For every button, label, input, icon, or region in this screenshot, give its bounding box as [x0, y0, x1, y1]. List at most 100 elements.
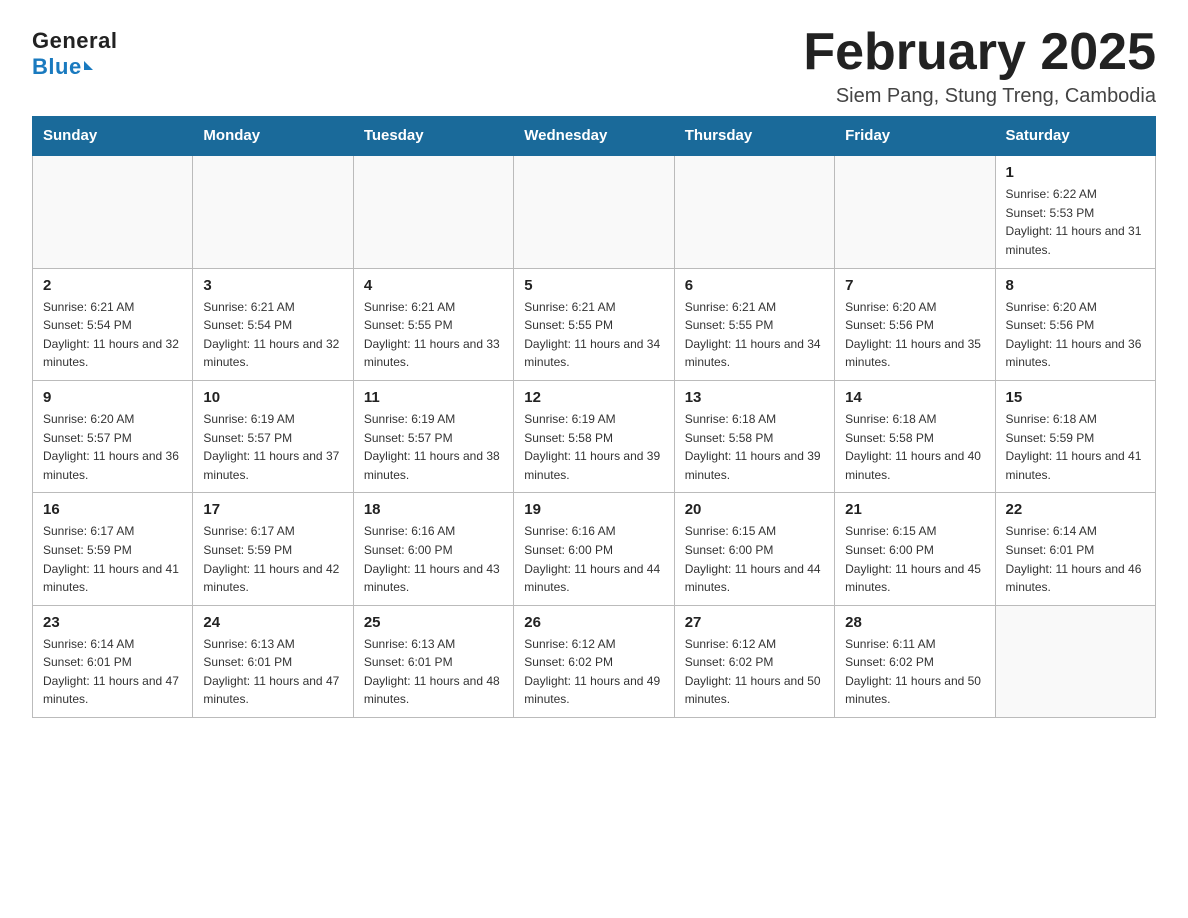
day-info: Sunrise: 6:19 AMSunset: 5:57 PMDaylight:…: [364, 410, 503, 484]
day-number: 11: [364, 389, 503, 406]
table-row: 27 Sunrise: 6:12 AMSunset: 6:02 PMDayligh…: [674, 605, 834, 717]
table-row: [33, 155, 193, 268]
day-number: 17: [203, 501, 342, 518]
day-number: 6: [685, 277, 824, 294]
day-number: 22: [1006, 501, 1145, 518]
calendar-week-row: 2Sunrise: 6:21 AMSunset: 5:54 PMDaylight…: [33, 268, 1156, 380]
day-number: 23: [43, 614, 182, 631]
day-info: Sunrise: 6:21 AMSunset: 5:55 PMDaylight:…: [364, 298, 503, 372]
day-info: Sunrise: 6:19 AMSunset: 5:57 PMDaylight:…: [203, 410, 342, 484]
table-row: 14Sunrise: 6:18 AMSunset: 5:58 PMDayligh…: [835, 380, 995, 492]
logo-general-text: General: [32, 28, 117, 54]
logo-blue-text: Blue: [32, 54, 93, 80]
day-info: Sunrise: 6:21 AMSunset: 5:55 PMDaylight:…: [685, 298, 824, 372]
day-number: 1: [1006, 164, 1145, 181]
day-number: 19: [524, 501, 663, 518]
day-info: Sunrise: 6:18 AMSunset: 5:58 PMDaylight:…: [685, 410, 824, 484]
day-number: 10: [203, 389, 342, 406]
table-row: 1 Sunrise: 6:22 AMSunset: 5:53 PMDaylight…: [995, 155, 1155, 268]
day-info: Sunrise: 6:12 AMSunset: 6:02 PMDaylight:…: [685, 635, 824, 709]
table-row: 9 Sunrise: 6:20 AMSunset: 5:57 PMDaylight…: [33, 380, 193, 492]
table-row: 24Sunrise: 6:13 AMSunset: 6:01 PMDayligh…: [193, 605, 353, 717]
day-info: Sunrise: 6:20 AMSunset: 5:57 PMDaylight:…: [43, 410, 182, 484]
day-info: Sunrise: 6:18 AMSunset: 5:59 PMDaylight:…: [1006, 410, 1145, 484]
table-row: 13Sunrise: 6:18 AMSunset: 5:58 PMDayligh…: [674, 380, 834, 492]
day-number: 3: [203, 277, 342, 294]
table-row: 2Sunrise: 6:21 AMSunset: 5:54 PMDaylight…: [33, 268, 193, 380]
table-row: 11 Sunrise: 6:19 AMSunset: 5:57 PMDayligh…: [353, 380, 513, 492]
calendar-table: Sunday Monday Tuesday Wednesday Thursday…: [32, 116, 1156, 718]
day-info: Sunrise: 6:14 AMSunset: 6:01 PMDaylight:…: [1006, 522, 1145, 596]
header-thursday: Thursday: [674, 117, 834, 156]
table-row: 4 Sunrise: 6:21 AMSunset: 5:55 PMDaylight…: [353, 268, 513, 380]
logo: General Blue: [32, 24, 117, 80]
day-info: Sunrise: 6:17 AMSunset: 5:59 PMDaylight:…: [203, 522, 342, 596]
table-row: 6 Sunrise: 6:21 AMSunset: 5:55 PMDaylight…: [674, 268, 834, 380]
table-row: 18 Sunrise: 6:16 AMSunset: 6:00 PMDayligh…: [353, 493, 513, 605]
title-block: February 2025 Siem Pang, Stung Treng, Ca…: [803, 24, 1156, 108]
table-row: 25Sunrise: 6:13 AMSunset: 6:01 PMDayligh…: [353, 605, 513, 717]
day-info: Sunrise: 6:21 AMSunset: 5:54 PMDaylight:…: [203, 298, 342, 372]
calendar-week-row: 23 Sunrise: 6:14 AMSunset: 6:01 PMDayligh…: [33, 605, 1156, 717]
day-info: Sunrise: 6:15 AMSunset: 6:00 PMDaylight:…: [685, 522, 824, 596]
day-info: Sunrise: 6:19 AMSunset: 5:58 PMDaylight:…: [524, 410, 663, 484]
table-row: 22 Sunrise: 6:14 AMSunset: 6:01 PMDayligh…: [995, 493, 1155, 605]
table-row: 12 Sunrise: 6:19 AMSunset: 5:58 PMDayligh…: [514, 380, 674, 492]
table-row: 16 Sunrise: 6:17 AMSunset: 5:59 PMDayligh…: [33, 493, 193, 605]
table-row: [995, 605, 1155, 717]
day-number: 9: [43, 389, 182, 406]
table-row: 19 Sunrise: 6:16 AMSunset: 6:00 PMDayligh…: [514, 493, 674, 605]
table-row: 15 Sunrise: 6:18 AMSunset: 5:59 PMDayligh…: [995, 380, 1155, 492]
day-info: Sunrise: 6:16 AMSunset: 6:00 PMDaylight:…: [364, 522, 503, 596]
table-row: [514, 155, 674, 268]
day-number: 7: [845, 277, 984, 294]
day-number: 16: [43, 501, 182, 518]
calendar-title: February 2025: [803, 24, 1156, 81]
day-info: Sunrise: 6:21 AMSunset: 5:55 PMDaylight:…: [524, 298, 663, 372]
day-info: Sunrise: 6:21 AMSunset: 5:54 PMDaylight:…: [43, 298, 182, 372]
day-number: 15: [1006, 389, 1145, 406]
day-number: 27: [685, 614, 824, 631]
table-row: 23 Sunrise: 6:14 AMSunset: 6:01 PMDayligh…: [33, 605, 193, 717]
table-row: 17 Sunrise: 6:17 AMSunset: 5:59 PMDayligh…: [193, 493, 353, 605]
day-info: Sunrise: 6:11 AMSunset: 6:02 PMDaylight:…: [845, 635, 984, 709]
day-number: 28: [845, 614, 984, 631]
day-info: Sunrise: 6:20 AMSunset: 5:56 PMDaylight:…: [1006, 298, 1145, 372]
calendar-week-row: 1 Sunrise: 6:22 AMSunset: 5:53 PMDaylight…: [33, 155, 1156, 268]
table-row: 20 Sunrise: 6:15 AMSunset: 6:00 PMDayligh…: [674, 493, 834, 605]
day-number: 4: [364, 277, 503, 294]
day-number: 21: [845, 501, 984, 518]
header-friday: Friday: [835, 117, 995, 156]
day-info: Sunrise: 6:20 AMSunset: 5:56 PMDaylight:…: [845, 298, 984, 372]
header-saturday: Saturday: [995, 117, 1155, 156]
table-row: 7 Sunrise: 6:20 AMSunset: 5:56 PMDaylight…: [835, 268, 995, 380]
calendar-header-row: Sunday Monday Tuesday Wednesday Thursday…: [33, 117, 1156, 156]
header-tuesday: Tuesday: [353, 117, 513, 156]
day-number: 18: [364, 501, 503, 518]
day-number: 8: [1006, 277, 1145, 294]
page-header: General Blue February 2025 Siem Pang, St…: [32, 24, 1156, 108]
day-info: Sunrise: 6:22 AMSunset: 5:53 PMDaylight:…: [1006, 185, 1145, 259]
day-number: 25: [364, 614, 503, 631]
day-info: Sunrise: 6:17 AMSunset: 5:59 PMDaylight:…: [43, 522, 182, 596]
table-row: 10 Sunrise: 6:19 AMSunset: 5:57 PMDayligh…: [193, 380, 353, 492]
table-row: [193, 155, 353, 268]
calendar-week-row: 16 Sunrise: 6:17 AMSunset: 5:59 PMDayligh…: [33, 493, 1156, 605]
day-info: Sunrise: 6:16 AMSunset: 6:00 PMDaylight:…: [524, 522, 663, 596]
day-info: Sunrise: 6:15 AMSunset: 6:00 PMDaylight:…: [845, 522, 984, 596]
table-row: 5Sunrise: 6:21 AMSunset: 5:55 PMDaylight…: [514, 268, 674, 380]
table-row: [674, 155, 834, 268]
day-number: 26: [524, 614, 663, 631]
calendar-subtitle: Siem Pang, Stung Treng, Cambodia: [803, 85, 1156, 108]
table-row: 3 Sunrise: 6:21 AMSunset: 5:54 PMDaylight…: [193, 268, 353, 380]
day-number: 14: [845, 389, 984, 406]
day-number: 24: [203, 614, 342, 631]
header-monday: Monday: [193, 117, 353, 156]
table-row: 28 Sunrise: 6:11 AMSunset: 6:02 PMDayligh…: [835, 605, 995, 717]
table-row: 8 Sunrise: 6:20 AMSunset: 5:56 PMDaylight…: [995, 268, 1155, 380]
day-info: Sunrise: 6:14 AMSunset: 6:01 PMDaylight:…: [43, 635, 182, 709]
day-number: 20: [685, 501, 824, 518]
day-number: 12: [524, 389, 663, 406]
header-sunday: Sunday: [33, 117, 193, 156]
table-row: 21 Sunrise: 6:15 AMSunset: 6:00 PMDayligh…: [835, 493, 995, 605]
